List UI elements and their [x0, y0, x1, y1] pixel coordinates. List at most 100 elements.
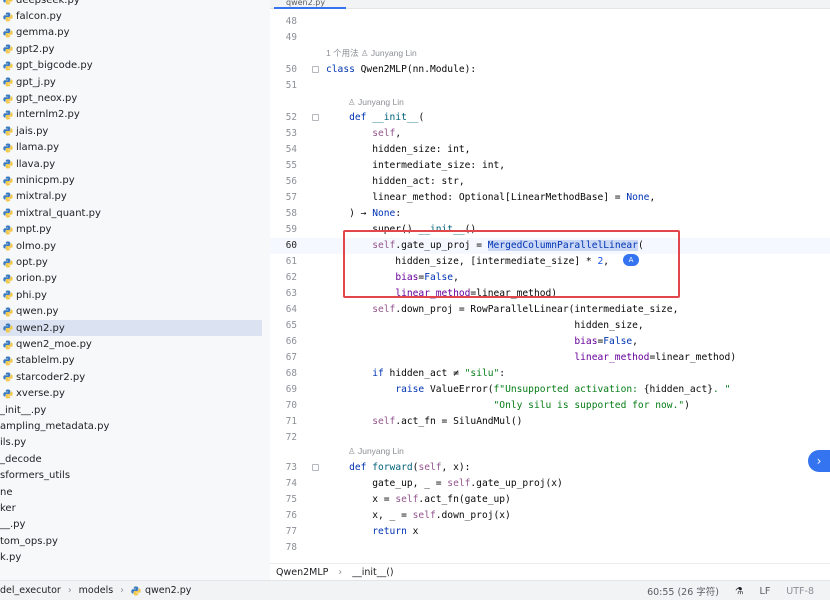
code-token: , x):	[441, 462, 471, 473]
crumb-file[interactable]: qwen2.py	[145, 585, 191, 596]
file-item[interactable]: gpt_bigcode.py	[0, 58, 262, 74]
code-line[interactable]: self.down_proj = RowParallelLinear(inter…	[326, 302, 678, 318]
code-line[interactable]: def forward(self, x):	[326, 460, 470, 476]
file-item[interactable]: llama.py	[0, 140, 262, 156]
file-encoding[interactable]: UTF-8	[786, 586, 814, 597]
file-item[interactable]: starcoder2.py	[0, 369, 262, 385]
code-line[interactable]: if hidden_act ≠ "silu":	[326, 366, 505, 382]
code-line[interactable]: hidden_act: str,	[326, 174, 464, 190]
line-number: 57	[285, 192, 297, 203]
code-editor[interactable]: qwen2.py 48 49 50 1 个用法 ♙ Junyang Lin class …	[270, 0, 830, 563]
file-item[interactable]: llava.py	[0, 156, 262, 172]
file-item[interactable]: tom_ops.py	[0, 533, 262, 549]
file-item[interactable]: mixtral_quant.py	[0, 205, 262, 221]
line-number: 56	[285, 176, 297, 187]
ai-status-icon[interactable]: ⚗	[735, 586, 744, 597]
file-item[interactable]: orion.py	[0, 271, 262, 287]
file-item[interactable]: opt.py	[0, 254, 262, 270]
code-token: :	[499, 368, 506, 379]
code-line[interactable]: hidden_size,	[326, 318, 644, 334]
code-line[interactable]: self.act_fn = SiluAndMul()	[326, 414, 522, 430]
code-line[interactable]: gate_up, _ = self.gate_up_proj(x)	[326, 476, 563, 492]
file-item[interactable]: falcon.py	[0, 8, 262, 24]
code-line[interactable]: intermediate_size: int,	[326, 158, 505, 174]
code-area[interactable]: 48 49 50 1 个用法 ♙ Junyang Lin class Qwen2MLP(…	[270, 0, 830, 563]
line-number: 68	[285, 368, 297, 379]
file-name: ampling_metadata.py	[0, 421, 110, 433]
inlay-hint[interactable]: 1 个用法 ♙ Junyang Lin	[326, 46, 417, 60]
code-line[interactable]: linear_method=linear_method)	[326, 350, 736, 366]
file-item[interactable]: phi.py	[0, 287, 262, 303]
line-separator[interactable]: LF	[760, 586, 771, 597]
code-line[interactable]: bias=False,	[326, 334, 638, 350]
file-item[interactable]: ker	[0, 500, 262, 516]
code-line[interactable]: hidden_size: int,	[326, 142, 470, 158]
fold-marker-icon[interactable]	[312, 464, 319, 471]
file-item[interactable]: _init__.py	[0, 402, 262, 418]
code-token: .act_fn(gate_up)	[418, 494, 511, 505]
code-line[interactable]: bias=False,	[326, 270, 459, 286]
file-item[interactable]: olmo.py	[0, 238, 262, 254]
code-line[interactable]: self,	[326, 126, 401, 142]
code-token: (nn.Module):	[406, 64, 477, 75]
code-line[interactable]: "Only silu is supported for now.")	[326, 398, 690, 414]
crumb-arrow-icon: ›	[67, 585, 72, 596]
breadcrumb-class[interactable]: Qwen2MLP	[276, 567, 328, 578]
code-token: self	[372, 240, 396, 251]
code-line[interactable]: ) → None:	[326, 206, 401, 222]
file-item[interactable]: deepseek.py	[0, 0, 262, 8]
file-name: _init__.py	[0, 404, 47, 416]
crumb-1[interactable]: models	[79, 585, 114, 596]
inlay-hint[interactable]: ♙ Junyang Lin	[348, 444, 404, 458]
crumb-0[interactable]: del_executor	[0, 585, 61, 596]
file-item[interactable]: jais.py	[0, 123, 262, 139]
code-token: bias	[395, 272, 419, 283]
code-token: gate_up, _ =	[326, 478, 448, 489]
file-item[interactable]: qwen2.py	[0, 320, 262, 337]
code-line[interactable]: linear_method: Optional[LinearMethodBase…	[326, 190, 655, 206]
chevron-right-icon[interactable]: ›	[808, 450, 830, 472]
file-item[interactable]: mixtral.py	[0, 189, 262, 205]
file-item[interactable]: _decode	[0, 451, 262, 467]
file-item[interactable]: __.py	[0, 517, 262, 533]
code-token: "silu"	[464, 368, 500, 379]
inlay-hint[interactable]: ♙ Junyang Lin	[348, 95, 404, 109]
file-item[interactable]: gpt_j.py	[0, 74, 262, 90]
code-line[interactable]: linear_method=linear_method)	[326, 286, 557, 302]
code-line[interactable]: hidden_size, [intermediate_size] * 2,	[326, 254, 609, 270]
code-line[interactable]: def __init__(	[326, 110, 424, 126]
file-item[interactable]: mpt.py	[0, 222, 262, 238]
code-token: hidden_size,	[326, 320, 644, 331]
file-item[interactable]: xverse.py	[0, 386, 262, 402]
cursor-position[interactable]: 60:55 (26 字符)	[647, 584, 719, 598]
file-name: gpt_neox.py	[16, 93, 78, 105]
code-token: None	[372, 208, 396, 219]
file-item[interactable]: minicpm.py	[0, 172, 262, 188]
code-line[interactable]: x, _ = self.down_proj(x)	[326, 508, 511, 524]
file-item[interactable]: k.py	[0, 550, 262, 566]
ai-assistant-badge[interactable]: A	[623, 254, 639, 266]
fold-marker-icon[interactable]	[312, 114, 319, 121]
file-item[interactable]: qwen.py	[0, 304, 262, 320]
file-item[interactable]: ils.py	[0, 435, 262, 451]
file-item[interactable]: stablelm.py	[0, 353, 262, 369]
file-item[interactable]: sformers_utils	[0, 468, 262, 484]
line-number: 58	[285, 208, 297, 219]
file-item[interactable]: ne	[0, 484, 262, 500]
code-line[interactable]: raise ValueError(f"Unsupported activatio…	[326, 382, 730, 398]
breadcrumb-method[interactable]: __init__()	[352, 567, 393, 578]
file-item[interactable]: gemma.py	[0, 25, 262, 41]
file-item[interactable]: internlm2.py	[0, 107, 262, 123]
code-line[interactable]: super().__init__()	[326, 222, 476, 238]
file-item[interactable]: gpt2.py	[0, 41, 262, 57]
code-line[interactable]: return x	[326, 524, 418, 540]
file-item[interactable]: gpt_neox.py	[0, 90, 262, 106]
code-line[interactable]: self.gate_up_proj = MergedColumnParallel…	[326, 238, 644, 254]
fold-marker-icon[interactable]	[312, 66, 319, 73]
code-line[interactable]: class Qwen2MLP(nn.Module):	[326, 62, 476, 78]
file-item[interactable]: qwen2_moe.py	[0, 336, 262, 352]
code-line[interactable]: x = self.act_fn(gate_up)	[326, 492, 511, 508]
file-item[interactable]: ampling_metadata.py	[0, 418, 262, 434]
file-name: opt.py	[16, 257, 48, 269]
